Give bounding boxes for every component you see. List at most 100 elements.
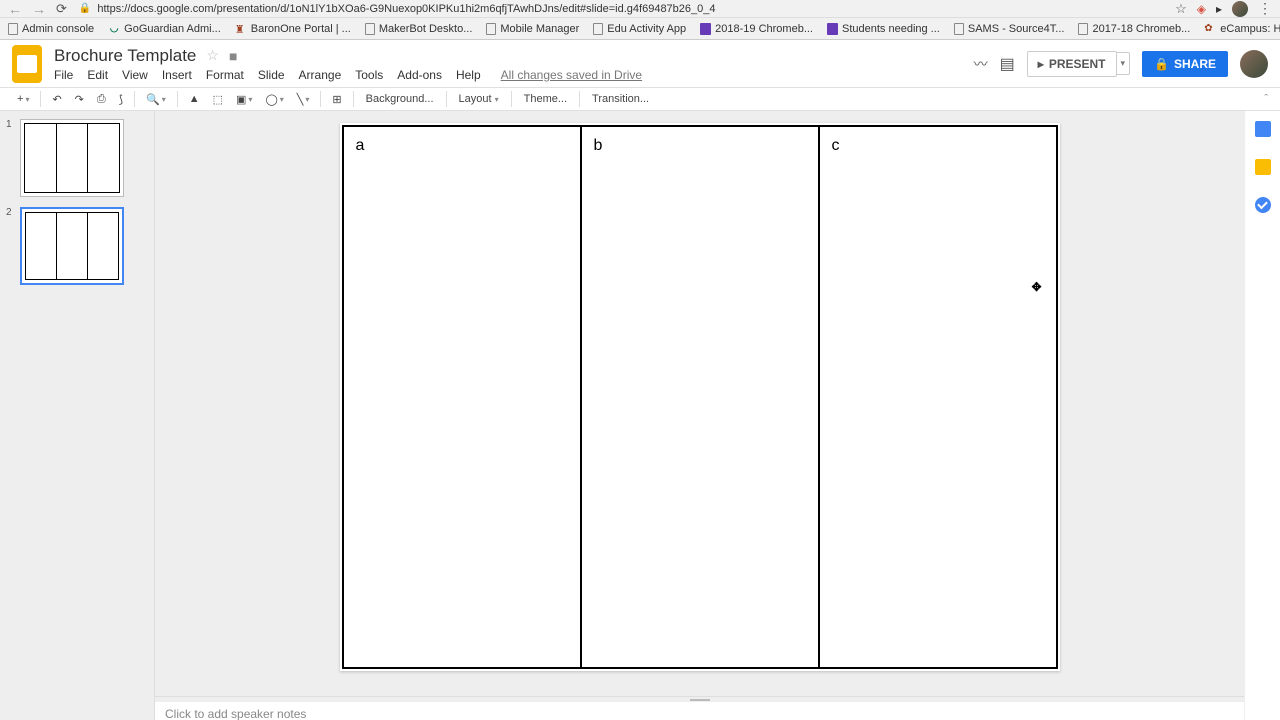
baron-icon: ♜ [235,23,247,35]
bookmarks-bar: Admin console ◡ GoGuardian Admi... ♜ BaronOn… [0,18,1280,40]
zoom-button[interactable]: 🔍 ▾ [141,90,171,109]
bookmark-label: 2018-19 Chromeb... [715,23,813,35]
toolbar: + ▾ ↶ ↷ ⎙ ⟆ 🔍 ▾ ▲ ⬚ ▣ ▾ ◯ ▾ ╲ ▾ ⊞ Backgr… [0,87,1280,111]
print-button[interactable]: ⎙ [92,90,111,109]
present-play-icon: ▸ [1038,57,1044,71]
menu-format[interactable]: Format [206,68,244,82]
goguardian-icon: ◡ [108,23,120,35]
menu-tools[interactable]: Tools [355,68,383,82]
bookmark-item[interactable]: Edu Activity App [593,23,686,35]
share-button[interactable]: 🔒 SHARE [1142,51,1228,77]
menu-file[interactable]: File [54,68,73,82]
bookmark-item[interactable]: MakerBot Deskto... [365,23,473,35]
menu-view[interactable]: View [122,68,148,82]
menu-add-ons[interactable]: Add-ons [397,68,442,82]
select-tool[interactable]: ▲ [184,90,205,108]
brochure-trifold[interactable]: a b c [342,125,1058,669]
calendar-icon[interactable] [1255,121,1271,137]
reload-icon[interactable]: ⟳ [56,1,67,17]
bookmark-label: eCampus: Home [1220,23,1280,35]
bookmark-item[interactable]: SAMS - Source4T... [954,23,1065,35]
browser-menu-icon[interactable]: ⋮ [1258,0,1272,17]
textbox-tool[interactable]: ⬚ [208,90,228,109]
sheets-icon [827,23,838,35]
document-title[interactable]: Brochure Template [54,46,196,66]
page-icon [8,23,18,35]
shape-tool[interactable]: ◯ ▾ [260,90,288,109]
present-button[interactable]: ▸ PRESENT [1027,51,1117,77]
transition-button[interactable]: Transition... [586,90,655,108]
side-panel-rail [1244,111,1280,720]
menu-slide[interactable]: Slide [258,68,285,82]
menu-arrange[interactable]: Arrange [299,68,342,82]
bookmark-item[interactable]: ✿ eCampus: Home [1204,23,1280,35]
move-folder-icon[interactable]: ■ [229,48,237,64]
bookmark-item[interactable]: ◡ GoGuardian Admi... [108,23,221,35]
undo-button[interactable]: ↶ [47,90,66,109]
forward-icon: → [32,1,46,17]
comment-tool[interactable]: ⊞ [327,90,346,109]
page-icon [486,23,496,35]
line-tool[interactable]: ╲ ▾ [292,90,315,109]
browser-chrome: ← → ⟳ 🔒 https://docs.google.com/presenta… [0,0,1280,18]
ecampus-icon: ✿ [1204,23,1216,35]
bookmark-item[interactable]: 2018-19 Chromeb... [700,23,813,35]
slide-thumbnail[interactable]: 2 [6,207,148,285]
profile-avatar-icon[interactable] [1232,1,1248,17]
bookmark-star-icon[interactable]: ☆ [1175,1,1187,17]
thumbnail-preview[interactable] [20,119,124,197]
theme-button[interactable]: Theme... [518,90,573,108]
slide-canvas[interactable]: a b c ✥ [340,123,1060,671]
speaker-notes[interactable]: Click to add speaker notes [155,702,1244,720]
back-icon[interactable]: ← [8,1,22,17]
bookmark-label: Edu Activity App [607,23,686,35]
address-bar[interactable]: 🔒 https://docs.google.com/presentation/d… [79,3,1163,15]
share-label: SHARE [1174,57,1216,71]
star-icon[interactable]: ☆ [206,47,219,64]
menu-insert[interactable]: Insert [162,68,192,82]
background-button[interactable]: Background... [360,90,440,108]
keep-icon[interactable] [1255,159,1271,175]
slides-logo-icon[interactable] [12,45,42,83]
paint-format-button[interactable]: ⟆ [114,90,128,109]
slide-thumbnail-panel: 12 [0,111,155,720]
bookmark-label: 2017-18 Chromeb... [1092,23,1190,35]
bookmark-label: MakerBot Deskto... [379,23,473,35]
page-icon [954,23,964,35]
new-slide-button[interactable]: + ▾ [12,90,34,108]
layout-button[interactable]: Layout ▾ [453,90,505,108]
comments-icon[interactable]: ▤ [1000,54,1015,74]
present-dropdown[interactable]: ▾ [1117,52,1131,75]
bookmark-label: Admin console [22,23,94,35]
docs-header: Brochure Template ☆ ■ File Edit View Insert… [0,40,1280,87]
menu-help[interactable]: Help [456,68,481,82]
thumbnail-preview[interactable] [20,207,124,285]
share-lock-icon: 🔒 [1154,57,1169,71]
bookmark-label: Mobile Manager [500,23,579,35]
brochure-column-c[interactable]: c [820,127,1056,667]
account-avatar-icon[interactable] [1240,50,1268,78]
page-icon [365,23,375,35]
brochure-column-a[interactable]: a [344,127,582,667]
menu-edit[interactable]: Edit [87,68,108,82]
bookmark-label: BaronOne Portal | ... [251,23,351,35]
bookmark-label: GoGuardian Admi... [124,23,221,35]
explore-icon[interactable]: 〰 [974,54,988,74]
bookmark-item[interactable]: Mobile Manager [486,23,579,35]
thumbnail-number: 2 [6,207,16,285]
redo-button[interactable]: ↷ [70,90,89,109]
bookmark-item[interactable]: Students needing ... [827,23,940,35]
bookmark-item[interactable]: ♜ BaronOne Portal | ... [235,23,351,35]
collapse-toolbar-icon[interactable]: ˆ [1264,93,1268,105]
brochure-column-b[interactable]: b [582,127,820,667]
bookmark-item[interactable]: 2017-18 Chromeb... [1078,23,1190,35]
cast-icon[interactable]: ◈ [1197,2,1206,16]
tasks-icon[interactable] [1255,197,1271,213]
extension-icon[interactable]: ▸ [1216,2,1222,16]
image-tool[interactable]: ▣ ▾ [231,90,257,109]
slide-thumbnail[interactable]: 1 [6,119,148,197]
bookmark-label: Students needing ... [842,23,940,35]
present-label: PRESENT [1049,57,1106,71]
bookmark-item[interactable]: Admin console [8,23,94,35]
save-status[interactable]: All changes saved in Drive [501,68,642,82]
